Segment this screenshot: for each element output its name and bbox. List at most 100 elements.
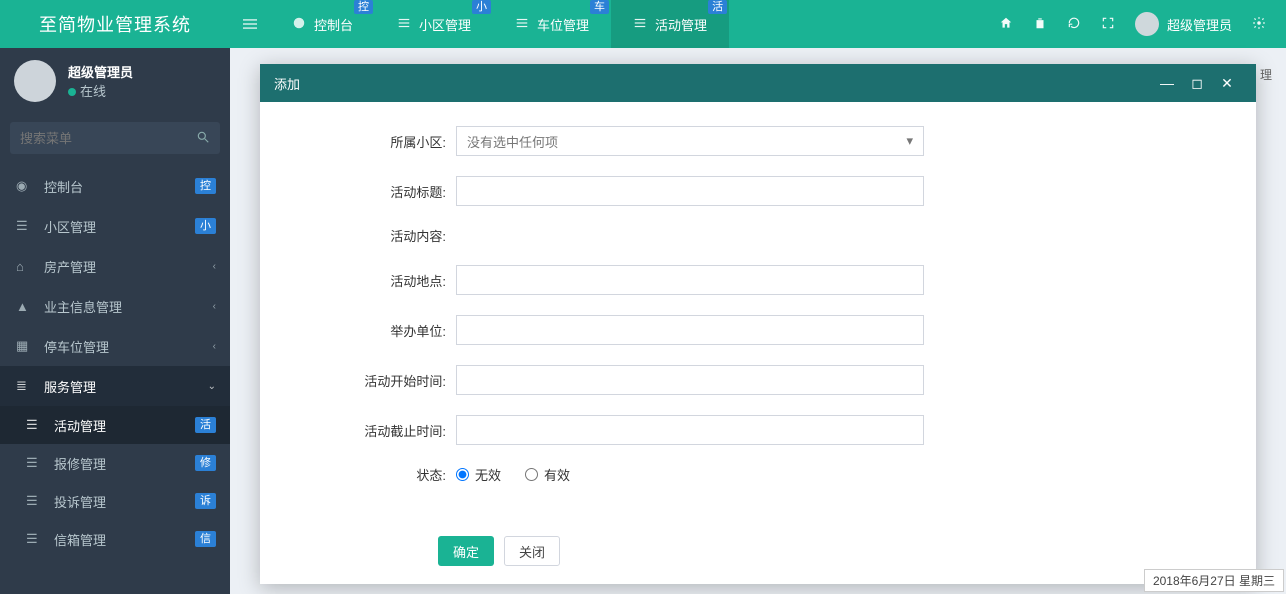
sidebar-submenu-service: ☰ 活动管理 活 ☰ 报修管理 修 ☰ 投诉管理 诉 ☰ 信箱管理 信 bbox=[0, 406, 230, 558]
input-start[interactable] bbox=[456, 365, 924, 395]
radio-label: 无效 bbox=[475, 465, 501, 484]
sidebar-sub-activity[interactable]: ☰ 活动管理 活 bbox=[0, 406, 230, 444]
trash-icon[interactable] bbox=[1033, 16, 1047, 33]
search-menu[interactable] bbox=[10, 122, 220, 154]
modal-add: 添加 ― ◻ ✕ 所属小区 没有选中任何项 ▾ 活动标题 活动内容 活动地点 举… bbox=[260, 64, 1256, 584]
modal-footer: 确定 关闭 bbox=[260, 518, 1256, 584]
close-button[interactable]: ✕ bbox=[1212, 75, 1242, 92]
tab-dashboard[interactable]: 控制台 控 bbox=[270, 0, 375, 48]
search-icon[interactable] bbox=[196, 130, 210, 147]
avatar-icon bbox=[1135, 12, 1159, 36]
home-icon[interactable] bbox=[999, 16, 1013, 33]
dashboard-icon: ◉ bbox=[16, 178, 32, 194]
label-host: 举办单位 bbox=[288, 321, 456, 340]
list-icon: ☰ bbox=[26, 417, 42, 433]
brand-title: 至简物业管理系统 bbox=[0, 0, 230, 48]
modal-title: 添加 bbox=[274, 74, 1152, 93]
minimize-button[interactable]: ― bbox=[1152, 75, 1182, 91]
refresh-icon[interactable] bbox=[1067, 16, 1081, 33]
input-place[interactable] bbox=[456, 265, 924, 295]
list-icon: ☰ bbox=[26, 531, 42, 547]
sidebar-sub-mailbox[interactable]: ☰ 信箱管理 信 bbox=[0, 520, 230, 558]
ok-button[interactable]: 确定 bbox=[438, 536, 494, 566]
tab-badge: 小 bbox=[472, 0, 491, 14]
tab-community[interactable]: 小区管理 小 bbox=[375, 0, 493, 48]
sidebar-item-label: 报修管理 bbox=[54, 454, 106, 473]
chevron-left-icon: ‹ bbox=[213, 261, 216, 272]
cancel-button[interactable]: 关闭 bbox=[504, 536, 560, 566]
maximize-button[interactable]: ◻ bbox=[1182, 75, 1212, 92]
tab-activity[interactable]: 活动管理 活 bbox=[611, 0, 729, 48]
sidebar-user: 超级管理员 在线 bbox=[0, 48, 230, 114]
radio-input[interactable] bbox=[456, 468, 469, 481]
grid-icon: ▦ bbox=[16, 338, 32, 354]
tab-label: 控制台 bbox=[314, 15, 353, 34]
sidebar: 超级管理员 在线 ◉ 控制台 控 ☰ 小区管理 小 ⌂ 房产管理 ‹ ▲ 业主信… bbox=[0, 48, 230, 594]
sidebar-item-parking[interactable]: ▦ 停车位管理 ‹ bbox=[0, 326, 230, 366]
select-placeholder: 没有选中任何项 bbox=[467, 132, 558, 151]
tab-label: 小区管理 bbox=[419, 15, 471, 34]
label-start: 活动开始时间 bbox=[288, 371, 456, 390]
sidebar-badge: 小 bbox=[195, 218, 216, 234]
sidebar-item-service[interactable]: ≣ 服务管理 ⌄ bbox=[0, 366, 230, 406]
top-user[interactable]: 超级管理员 bbox=[1135, 12, 1232, 36]
sidebar-item-label: 投诉管理 bbox=[54, 492, 106, 511]
chevron-down-icon: ▾ bbox=[906, 133, 913, 149]
modal-body: 所属小区 没有选中任何项 ▾ 活动标题 活动内容 活动地点 举办单位 活动开始时… bbox=[260, 102, 1256, 518]
chevron-down-icon: ⌄ bbox=[208, 381, 216, 392]
tabs: 控制台 控 小区管理 小 车位管理 车 活动管理 活 bbox=[270, 0, 729, 48]
dashboard-icon bbox=[292, 16, 306, 33]
sidebar-user-name: 超级管理员 bbox=[68, 62, 133, 81]
label-place: 活动地点 bbox=[288, 271, 456, 290]
list-icon: ☰ bbox=[16, 218, 32, 234]
stack-icon: ≣ bbox=[16, 378, 32, 394]
list-icon: ☰ bbox=[26, 493, 42, 509]
fullscreen-icon[interactable] bbox=[1101, 16, 1115, 33]
radio-invalid[interactable]: 无效 bbox=[456, 465, 501, 484]
gear-icon[interactable] bbox=[1252, 16, 1266, 33]
radio-input[interactable] bbox=[525, 468, 538, 481]
select-community[interactable]: 没有选中任何项 ▾ bbox=[456, 126, 924, 156]
home-icon: ⌂ bbox=[16, 259, 32, 274]
top-user-name: 超级管理员 bbox=[1167, 15, 1232, 34]
radio-status: 无效 有效 bbox=[456, 465, 570, 484]
sidebar-badge: 诉 bbox=[195, 493, 216, 509]
sidebar-item-label: 房产管理 bbox=[44, 257, 96, 276]
input-host[interactable] bbox=[456, 315, 924, 345]
label-status: 状态 bbox=[288, 465, 456, 484]
sidebar-badge: 活 bbox=[195, 417, 216, 433]
search-input[interactable] bbox=[20, 131, 196, 146]
sidebar-item-house[interactable]: ⌂ 房产管理 ‹ bbox=[0, 246, 230, 286]
list-icon: ☰ bbox=[26, 455, 42, 471]
tab-parking[interactable]: 车位管理 车 bbox=[493, 0, 611, 48]
chevron-left-icon: ‹ bbox=[213, 341, 216, 352]
sidebar-item-label: 停车位管理 bbox=[44, 337, 109, 356]
label-title: 活动标题 bbox=[288, 182, 456, 201]
sidebar-badge: 信 bbox=[195, 531, 216, 547]
sidebar-item-label: 信箱管理 bbox=[54, 530, 106, 549]
sidebar-item-label: 业主信息管理 bbox=[44, 297, 122, 316]
label-content: 活动内容 bbox=[288, 226, 456, 245]
avatar-icon bbox=[14, 60, 56, 102]
topbar: 至简物业管理系统 控制台 控 小区管理 小 车位管理 车 bbox=[0, 0, 1286, 48]
sidebar-sub-complaint[interactable]: ☰ 投诉管理 诉 bbox=[0, 482, 230, 520]
radio-valid[interactable]: 有效 bbox=[525, 465, 570, 484]
list-icon bbox=[633, 16, 647, 33]
tab-badge: 车 bbox=[590, 0, 609, 14]
footer-date: 2018年6月27日 星期三 bbox=[1144, 569, 1284, 592]
sidebar-item-label: 小区管理 bbox=[44, 217, 96, 236]
sidebar-menu: ◉ 控制台 控 ☰ 小区管理 小 ⌂ 房产管理 ‹ ▲ 业主信息管理 ‹ ▦ 停… bbox=[0, 166, 230, 406]
input-title[interactable] bbox=[456, 176, 924, 206]
input-end[interactable] bbox=[456, 415, 924, 445]
sidebar-item-community[interactable]: ☰ 小区管理 小 bbox=[0, 206, 230, 246]
tab-label: 活动管理 bbox=[655, 15, 707, 34]
chevron-left-icon: ‹ bbox=[213, 301, 216, 312]
sidebar-sub-repair[interactable]: ☰ 报修管理 修 bbox=[0, 444, 230, 482]
tab-badge: 活 bbox=[708, 0, 727, 14]
sidebar-item-owner[interactable]: ▲ 业主信息管理 ‹ bbox=[0, 286, 230, 326]
radio-label: 有效 bbox=[544, 465, 570, 484]
hamburger-toggle[interactable] bbox=[230, 0, 270, 48]
sidebar-badge: 控 bbox=[195, 178, 216, 194]
sidebar-item-dashboard[interactable]: ◉ 控制台 控 bbox=[0, 166, 230, 206]
list-icon bbox=[515, 16, 529, 33]
